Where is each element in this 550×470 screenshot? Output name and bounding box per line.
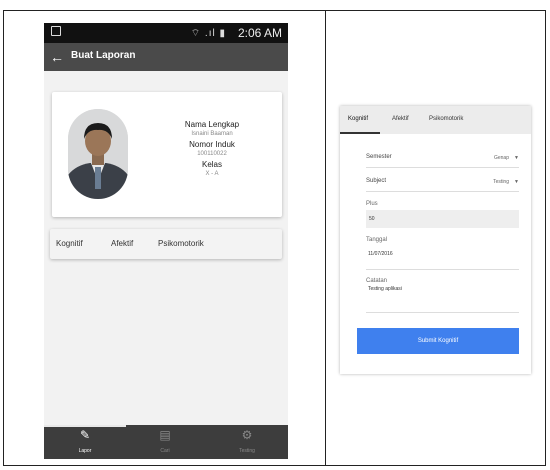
student-info: Nama Lengkap Isnaini Baaman Nomor Induk … [152,120,272,180]
active-tab-indicator [340,132,380,134]
nav-label-lapor: Lapor [78,448,92,454]
catatan-input[interactable]: Testing aplikasi [368,286,402,292]
tanggal-input[interactable]: 11/07/2016 [368,251,393,257]
class-label: Kelas [201,160,222,169]
student-photo [68,109,128,199]
settings-icon: ⚙ [241,428,253,442]
divider [366,312,519,313]
plus-label: Plus [366,201,378,207]
divider [366,191,519,192]
form-tab-psikomotorik[interactable]: Psikomotorik [429,116,463,122]
divider [366,269,519,270]
plus-input[interactable]: 50 [366,210,519,228]
notification-icon [51,26,61,36]
tab-psikomotorik[interactable]: Psikomotorik [158,239,204,248]
form-tab-kognitif[interactable]: Kognitif [348,116,368,122]
back-arrow-icon[interactable]: ← [50,49,64,65]
chevron-down-icon: ▼ [514,155,519,161]
subject-select[interactable]: Subject Testing ▼ [366,178,519,192]
plus-value: 50 [369,216,375,222]
profile-card: Nama Lengkap Isnaini Baaman Nomor Induk … [52,92,282,217]
form-tab-bar: Kognitif Afektif Psikomotorik [340,106,531,134]
tab-bar: Kognitif Afektif Psikomotorik [50,229,282,259]
nav-label-testing: Testing [239,448,255,454]
semester-select[interactable]: Semester Genap ▼ [366,154,519,168]
nis-label: Nomor Induk [189,140,235,149]
nis-value: 100110022 [197,151,227,157]
class-value: X - A [205,171,219,177]
app-bar: ← Buat Laporan [44,43,288,71]
tab-afektif[interactable]: Afektif [111,239,133,248]
figure-divider [325,10,326,466]
name-value: Isnaini Baaman [191,131,233,137]
nav-item-testing[interactable]: ⚙ Testing [217,428,277,456]
semester-label: Semester [366,154,392,160]
subject-value: Testing [493,179,509,185]
phone-screen: ⌔ .ıl ▮ 2:06 AM ← Buat Laporan Nama Leng… [44,23,288,459]
nav-label-cari: Cari [160,448,170,454]
bottom-navigation: ✎ Lapor ▤ Cari ⚙ Testing [44,425,288,459]
nav-item-lapor[interactable]: ✎ Lapor [55,428,115,456]
page-title: Buat Laporan [71,50,136,61]
catatan-label: Catatan [366,278,388,284]
edit-icon: ✎ [79,428,91,442]
kognitif-form: Kognitif Afektif Psikomotorik Semester G… [340,106,531,374]
clock: 2:06 AM [237,26,282,40]
name-label: Nama Lengkap [184,120,240,129]
signal-battery-icon: ⌔ .ıl ▮ [190,28,226,39]
chevron-down-icon: ▼ [514,179,519,185]
subject-label: Subject [366,178,387,184]
tab-kognitif[interactable]: Kognitif [56,239,83,248]
semester-value: Genap [493,155,509,161]
status-bar: ⌔ .ıl ▮ 2:06 AM [44,23,288,43]
list-icon: ▤ [159,428,171,442]
tanggal-label: Tanggal [366,237,388,243]
active-indicator [44,425,126,427]
divider [366,167,519,168]
nav-item-cari[interactable]: ▤ Cari [135,428,195,456]
form-tab-afektif[interactable]: Afektif [392,116,409,122]
submit-kognitif-button[interactable]: Submit Kognitif [357,328,519,354]
